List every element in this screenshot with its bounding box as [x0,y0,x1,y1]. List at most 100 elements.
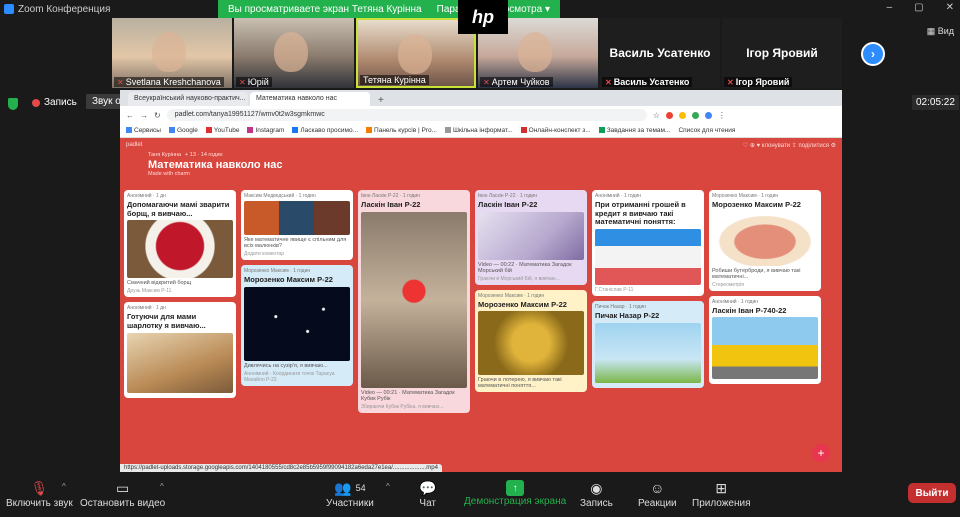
minimize-icon[interactable]: – [887,2,893,13]
audio-options-caret[interactable]: ^ [62,482,66,491]
address-bar[interactable]: padlet.com/tanya19951127/wmv0t2w3sgmkmwc [166,109,647,121]
reactions-button[interactable]: ☺ Реакции [638,478,677,509]
new-tab-icon[interactable]: + [372,95,390,106]
extension-icon[interactable] [665,111,673,119]
padlet-post[interactable]: Максим Медведський · 1 годин Яке математи… [241,190,353,260]
post-image[interactable] [595,322,701,383]
bookmark[interactable]: Шкільна інформат... [444,127,513,134]
bookmark[interactable]: Ласкаво просимо... [292,127,358,134]
maximize-icon[interactable]: ▢ [914,2,923,13]
record-button[interactable]: ◉ Запись [580,478,613,510]
chat-button[interactable]: 💬 Чат [419,478,436,510]
video-options-caret[interactable]: ^ [160,482,164,491]
post-image[interactable] [712,211,818,266]
view-button[interactable]: ▦ Вид [927,26,954,37]
extension-icon[interactable] [678,111,686,119]
participants-options-caret[interactable]: ^ [386,482,390,491]
post-image[interactable] [244,201,350,235]
participant-face [518,32,552,72]
padlet-post[interactable]: Анонімний · 1 дн Готуючи для мами шарлотк… [124,302,236,398]
participant-name: ✕ Svetlana Kreshchanova [114,77,224,87]
padlet-post[interactable]: Анонімний · 1 дн Допомагаючи мамі зварити… [124,190,236,298]
bookmark[interactable]: Instagram [247,127,284,134]
bookmark[interactable]: Панель курсів | Pro... [366,127,437,134]
post-title: При отриманні грошей в кредит я вивчаю т… [595,200,686,227]
bookmark[interactable]: Сервисы [126,127,161,134]
padlet-column: Морозенко Максим · 1 годин Морозенко Макс… [709,190,821,413]
padlet-post[interactable]: Івон Ласкін Р-22 · 1 годин Ласкін Іван Р-… [358,190,470,413]
post-image[interactable] [127,332,233,393]
participant-big-name: Ігор Яровий [746,46,818,60]
leave-meeting-button[interactable]: Выйти [908,483,956,503]
post-footer: Г.Станіслав Р-11 [595,286,634,293]
padlet-column: Івон Ласкін Р-22 · 1 годин Ласкін Іван Р-… [358,190,470,413]
padlet-brand[interactable]: padlet [126,142,142,148]
zoom-toolbar: 🎙 Включить звук ^ ▭ Остановить видео ^ 👥… [0,474,960,517]
post-image[interactable] [244,286,350,361]
padlet-post[interactable]: Івон Ласкін Р-22 · 1 годин Ласкін Іван Р-… [475,190,587,285]
post-image[interactable] [595,228,701,285]
next-page-button[interactable]: › [861,42,885,66]
security-shield-icon[interactable] [8,98,18,110]
padlet-post[interactable]: Морозенко Максим · 1 годин Морозенко Макс… [241,265,353,386]
reading-list[interactable]: Список для чтения [678,127,735,134]
mic-off-icon: ✕ [483,77,490,87]
post-title: Морозенко Максим Р-22 [478,299,567,309]
mic-off-icon: ✕ [239,77,246,87]
participant-tile[interactable]: Ігор Яровий ✕ Ігор Яровий [722,18,842,88]
post-meta: Анонімний · 1 годин [595,193,642,199]
post-image[interactable] [712,317,818,380]
browser-tab[interactable]: Всеукраїнський науково-практич... [128,92,248,106]
share-screen-button[interactable]: ↑ Демонстрация экрана [464,478,566,507]
padlet-post[interactable]: Морозенко Максим · 1 годин Морозенко Макс… [709,190,821,291]
post-meta: Анонімний · 1 дн [127,305,166,312]
post-image[interactable] [478,311,584,376]
browser-tab-active[interactable]: Математика навколо нас [250,92,370,106]
participant-tile[interactable]: ✕ Юрій [234,18,354,88]
mic-off-icon: ✕ [605,77,612,87]
reload-icon[interactable]: ↻ [154,111,161,120]
padlet-actions[interactable]: ♡ ⊕ ♥ клонувати ⇪ поділитися ⚙ [743,142,836,149]
close-icon[interactable]: ✕ [946,2,954,13]
post-title: Ласкін Іван Р-22 [361,200,421,209]
post-meta: Морозенко Максим · 1 годин [712,193,779,199]
participants-icon: 👥 54 [334,479,366,496]
forward-icon[interactable]: → [140,111,148,120]
recording-indicator[interactable]: Запись [32,97,77,108]
extension-icon[interactable] [691,111,699,119]
mic-off-icon: ✕ [727,77,734,87]
bookmark[interactable]: Google [168,127,198,134]
share-banner[interactable]: Вы просматриваете экран Тетяна Курінна П… [218,0,560,18]
participant-name: ✕ Василь Усатенко [602,77,693,87]
post-image[interactable] [361,211,467,388]
bookmark[interactable]: YouTube [205,127,239,134]
apps-button[interactable]: ⊞ Приложения [692,478,751,510]
padlet-post[interactable]: Морозенко Максим · 1 годин Морозенко Макс… [475,289,587,393]
padlet-author: Таня Курінна + 13 · 14 годин [148,152,223,158]
participants-button[interactable]: 👥 54 Участники [326,478,374,510]
hp-logo: hp [458,0,508,34]
zoom-app-icon [4,4,14,14]
padlet-post[interactable]: Пичак Назар · 1 годин Пичак Назар Р-22 [592,300,704,388]
post-image[interactable] [127,220,233,279]
bookmark[interactable]: Завдання за темам... [598,127,670,134]
participant-tile[interactable]: Василь Усатенко ✕ Василь Усатенко [600,18,720,88]
padlet-post[interactable]: Анонімний · 1 годин Ласкін Іван Р-740-22 [709,295,821,385]
star-icon[interactable]: ☆ [653,111,660,120]
padlet-header: Таня Курінна + 13 · 14 годин Математика н… [120,152,842,177]
stop-video-button[interactable]: ▭ Остановить видео [80,478,165,510]
menu-dots-icon[interactable]: ⋮ [718,111,726,120]
padlet-post[interactable]: Анонімний · 1 годин При отриманні грошей … [592,190,704,296]
padlet-column: Максим Медведський · 1 годин Яке математи… [241,190,353,413]
meeting-timer: 02:05:22 [912,95,959,110]
back-icon[interactable]: ← [126,111,134,120]
post-meta: Максим Медведський · 1 годин [244,193,316,199]
mic-off-icon: ✕ [117,77,124,87]
post-text: Яке математичне явище є спільним для всі… [244,237,347,249]
post-image[interactable] [478,211,584,260]
participant-face [274,32,308,72]
add-post-button[interactable]: + [812,444,830,462]
bookmark[interactable]: Онлайн-конспект з... [520,127,591,134]
extension-icon[interactable] [704,111,712,119]
participant-tile[interactable]: ✕ Svetlana Kreshchanova [112,18,232,88]
